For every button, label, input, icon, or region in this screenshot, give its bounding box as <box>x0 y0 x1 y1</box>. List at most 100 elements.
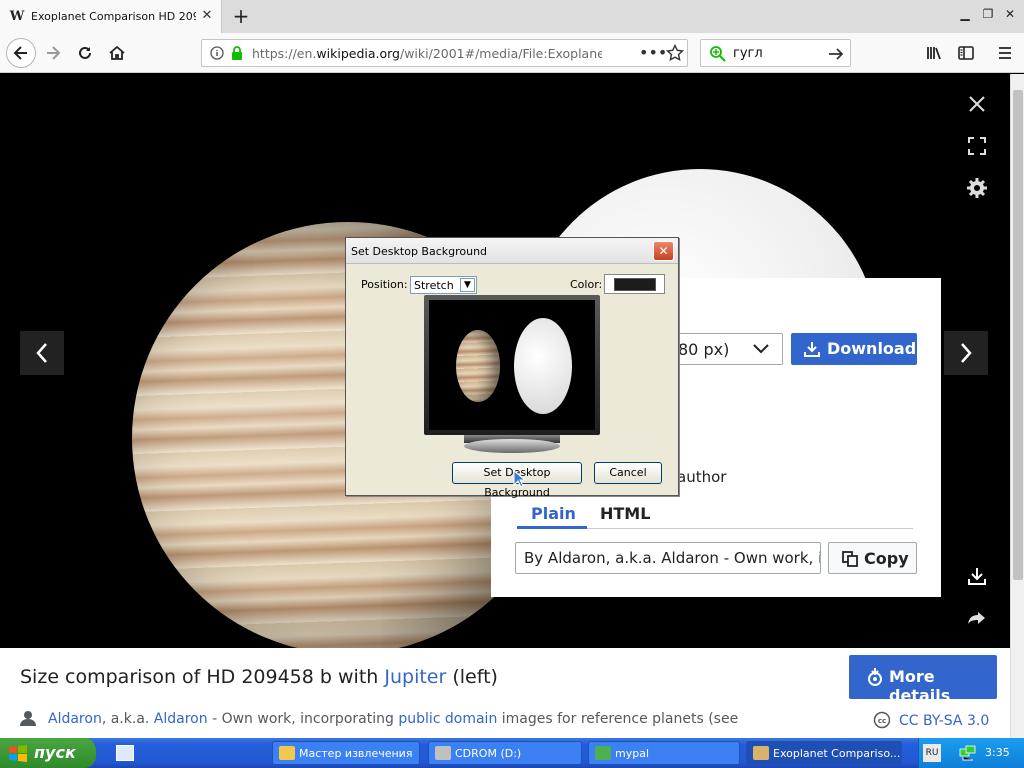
chevron-left-icon <box>36 343 47 363</box>
color-label: Color: <box>570 278 603 291</box>
forward-arrow-icon <box>47 46 61 60</box>
url-bar[interactable]: https://en.wikipedia.org/wiki/2001#/medi… <box>201 39 688 67</box>
tab-html[interactable]: HTML <box>600 504 650 523</box>
author-link[interactable]: Aldaron <box>48 711 102 727</box>
bookmark-star-icon[interactable] <box>666 44 684 62</box>
license-link[interactable]: CC BY-SA 3.0 <box>899 713 989 729</box>
home-button[interactable] <box>102 38 132 68</box>
file-info-bar: Size comparison of HD 209458 b with Jupi… <box>0 648 1010 738</box>
jupiter-link[interactable]: Jupiter <box>384 666 446 688</box>
sidebar-icon <box>958 46 974 60</box>
download-label: Download <box>827 339 917 358</box>
copy-label: Copy <box>864 549 909 568</box>
color-picker[interactable] <box>604 274 665 294</box>
network-icon[interactable] <box>959 745 977 761</box>
download-button[interactable]: Download <box>791 333 917 365</box>
tab-bar: W Exoplanet Comparison HD 209458 b ✕ + ▁… <box>0 0 1024 33</box>
color-swatch <box>614 278 656 291</box>
tab-title: Exoplanet Comparison HD 209458 b <box>31 10 196 23</box>
language-indicator[interactable]: RU <box>923 744 941 762</box>
taskbar-item-mypal[interactable]: mypal <box>588 741 740 765</box>
copy-icon <box>842 551 858 567</box>
set-desktop-background-dialog: Set Desktop Background ✕ Position: Stret… <box>345 237 679 499</box>
search-bar[interactable]: гугл <box>700 39 851 67</box>
start-label: пуск <box>34 743 76 762</box>
author-alias-link[interactable]: Aldaron <box>154 711 208 727</box>
author-text: author <box>677 468 727 486</box>
info-icon[interactable] <box>210 46 224 60</box>
preview-exoplanet <box>514 318 572 414</box>
show-desktop-icon[interactable] <box>116 745 134 761</box>
share-icon[interactable] <box>960 601 994 635</box>
attribution-field[interactable]: By Aldaron, a.k.a. Aldaron - Own work, i… <box>515 542 821 574</box>
search-engine-icon <box>709 45 727 63</box>
minimize-icon[interactable]: ▁ <box>955 5 975 23</box>
more-details-label: More details <box>889 667 951 705</box>
commons-logo-icon <box>868 668 882 686</box>
credit-line: Aldaron, a.k.a. Aldaron - Own work, inco… <box>48 711 739 727</box>
start-button[interactable]: пуск <box>0 738 96 768</box>
forward-button[interactable] <box>38 38 68 68</box>
taskbar-item-exoplanet[interactable]: Exoplanet Compariso... <box>746 741 902 765</box>
position-value: Stretch <box>414 279 454 292</box>
system-tray: RU 3:35 <box>918 738 1024 768</box>
wikipedia-favicon-icon: W <box>9 9 25 24</box>
back-arrow-icon <box>13 46 27 60</box>
tab-plain[interactable]: Plain <box>531 504 576 523</box>
size-select-value: 80 px) <box>678 340 730 359</box>
search-query-text: гугл <box>733 46 763 61</box>
download-arrow-icon <box>804 342 820 357</box>
dropdown-arrow-icon[interactable]: ▼ <box>460 278 475 292</box>
taskbar-item-cdrom[interactable]: CDROM (D:) <box>428 741 582 765</box>
size-select[interactable]: 80 px) <box>675 333 783 365</box>
creative-commons-icon: cc <box>873 711 891 729</box>
preview-screen <box>429 300 595 430</box>
dialog-close-button[interactable]: ✕ <box>653 241 674 261</box>
nav-bar: https://en.wikipedia.org/wiki/2001#/medi… <box>0 33 1024 73</box>
back-button[interactable] <box>6 38 36 68</box>
tab-close-icon[interactable]: ✕ <box>200 9 214 23</box>
position-label: Position: <box>361 278 408 291</box>
sidebar-button[interactable] <box>951 38 981 68</box>
dialog-titlebar[interactable]: Set Desktop Background ✕ <box>346 238 678 264</box>
new-tab-icon[interactable]: + <box>230 5 252 27</box>
next-image-button[interactable] <box>944 331 988 375</box>
position-select[interactable]: Stretch ▼ <box>410 276 477 294</box>
page-actions-icon[interactable]: ••• <box>639 43 667 62</box>
scrollbar-thumb[interactable] <box>1013 90 1023 580</box>
prev-image-button[interactable] <box>20 331 64 375</box>
taskbar-item-extract-wizard[interactable]: Мастер извлечения <box>272 741 420 765</box>
search-go-icon[interactable] <box>827 45 845 63</box>
reload-button[interactable] <box>70 38 100 68</box>
chevron-down-icon <box>753 344 769 354</box>
lock-icon <box>230 45 244 61</box>
hamburger-menu-icon <box>999 47 1011 59</box>
fullscreen-icon[interactable] <box>960 129 994 163</box>
cancel-button[interactable]: Cancel <box>594 462 662 484</box>
browser-tab[interactable]: W Exoplanet Comparison HD 209458 b ✕ <box>0 0 222 33</box>
monitor-preview <box>424 295 600 435</box>
svg-text:cc: cc <box>878 717 886 725</box>
download-icon[interactable] <box>960 559 994 593</box>
public-domain-link[interactable]: public domain <box>398 711 497 727</box>
reload-icon <box>79 46 91 59</box>
copy-button[interactable]: Copy <box>828 542 917 574</box>
url-text: https://en.wikipedia.org/wiki/2001#/medi… <box>252 46 602 61</box>
taskbar: пуск Мастер извлечения CDROM (D:) mypal … <box>0 738 1024 768</box>
restore-icon[interactable]: ❐ <box>978 5 998 23</box>
library-icon <box>927 47 941 60</box>
chevron-right-icon <box>961 343 972 363</box>
menu-button[interactable] <box>990 38 1020 68</box>
more-details-button[interactable]: More details <box>849 655 997 705</box>
settings-gear-icon[interactable] <box>960 171 994 205</box>
monitor-stand <box>464 439 560 453</box>
windows-logo-icon <box>9 745 27 762</box>
viewer-close-icon[interactable] <box>960 87 994 121</box>
window-close-icon[interactable]: ✕ <box>1000 5 1020 23</box>
tab-selected-indicator <box>517 526 587 529</box>
clock: 3:35 <box>985 746 1010 759</box>
library-button[interactable] <box>919 38 949 68</box>
dialog-title: Set Desktop Background <box>351 245 488 258</box>
mouse-cursor-icon <box>513 470 525 488</box>
page-scrollbar[interactable] <box>1010 74 1024 738</box>
